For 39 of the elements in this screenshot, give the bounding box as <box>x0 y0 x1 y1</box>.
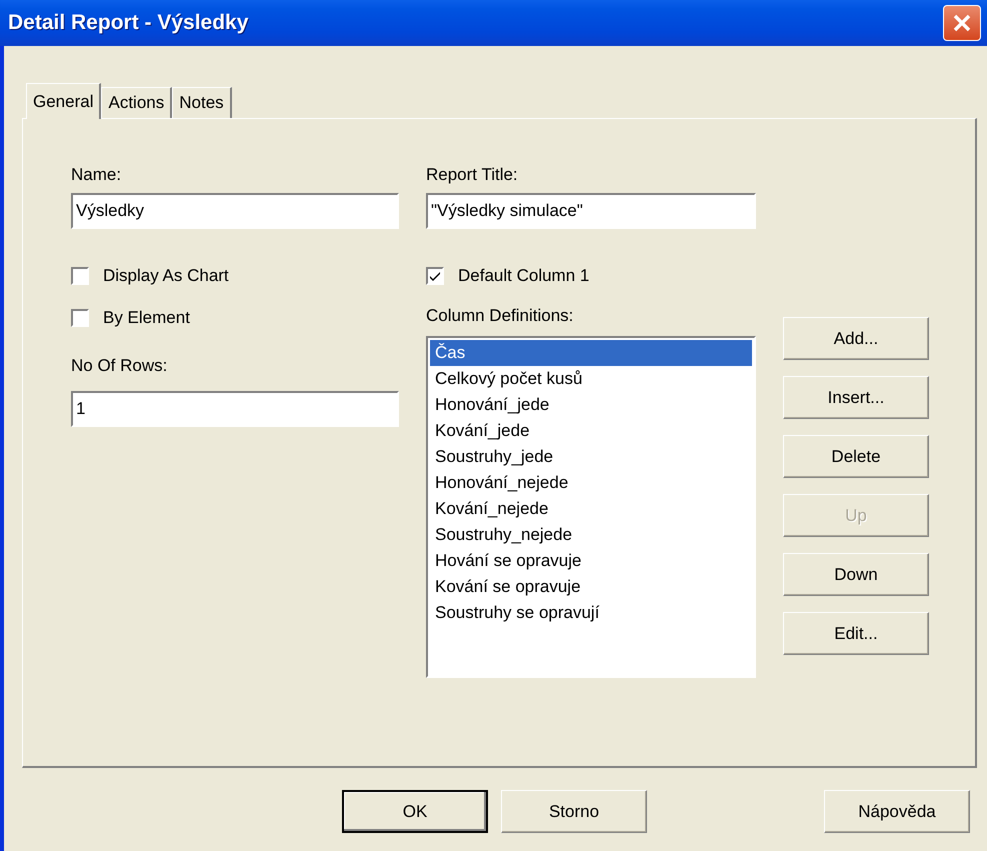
field-label: Name: <box>71 165 122 185</box>
title-field[interactable]: "Výsledky simulace" <box>426 193 756 229</box>
list-item[interactable]: Čas <box>430 340 752 366</box>
dialog-button[interactable]: Storno <box>501 790 647 833</box>
close-icon <box>952 13 972 33</box>
dialog-button[interactable]: Nápověda <box>824 790 970 833</box>
side-button[interactable]: Delete <box>783 435 929 478</box>
list-item[interactable]: Soustruhy_jede <box>430 444 752 470</box>
side-button[interactable]: Edit... <box>783 612 929 655</box>
list-item[interactable]: Soustruhy_nejede <box>430 522 752 548</box>
side-button[interactable]: Add... <box>783 317 929 360</box>
checkbox[interactable] <box>71 267 89 285</box>
close-button[interactable] <box>943 5 981 41</box>
checkbox[interactable] <box>426 267 444 285</box>
checkbox-label: Display As Chart <box>103 266 229 286</box>
checkbox[interactable] <box>71 309 89 327</box>
tab[interactable]: General <box>26 83 102 119</box>
window-title: Detail Report - Výsledky <box>8 11 248 35</box>
dialog-button[interactable]: OK <box>342 790 488 833</box>
tab[interactable]: Actions <box>101 87 172 118</box>
list-item[interactable]: Honování_nejede <box>430 470 752 496</box>
side-button[interactable]: Insert... <box>783 376 929 419</box>
list-item[interactable]: Kování_nejede <box>430 496 752 522</box>
list-item[interactable]: Celkový počet kusů <box>430 366 752 392</box>
field-label: No Of Rows: <box>71 356 168 376</box>
list-item[interactable]: Hování se opravuje <box>430 548 752 574</box>
checkbox-label: By Element <box>103 308 190 328</box>
checkbox-label: Default Column 1 <box>458 266 590 286</box>
name-field[interactable]: Výsledky <box>71 193 399 229</box>
list-item[interactable]: Honování_jede <box>430 392 752 418</box>
field-label: Report Title: <box>426 165 519 185</box>
rows-field[interactable]: 1 <box>71 391 399 427</box>
tab[interactable]: Notes <box>172 87 232 118</box>
list-item[interactable]: Kování_jede <box>430 418 752 444</box>
checkmark-icon <box>429 270 441 282</box>
list-label: Column Definitions: <box>426 306 574 326</box>
list-item[interactable]: Soustruhy se opravují <box>430 600 752 626</box>
list-item[interactable]: Kování se opravuje <box>430 574 752 600</box>
side-button[interactable]: Down <box>783 553 929 596</box>
